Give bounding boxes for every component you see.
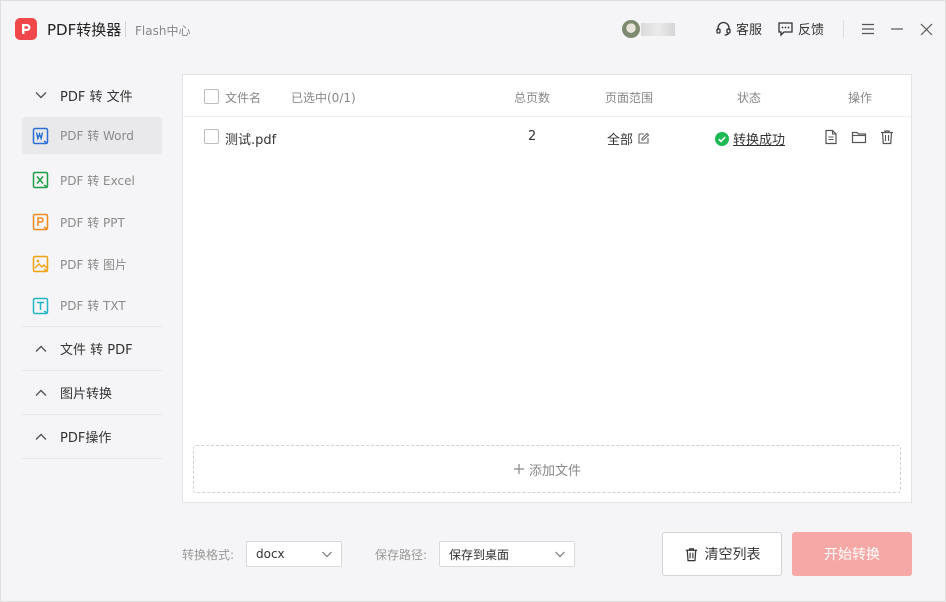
chevron-down-icon [555, 551, 565, 558]
sidebar-item-pdf-to-image[interactable]: PDF 转 图片 [22, 243, 162, 285]
titlebar-divider [843, 20, 844, 38]
sidebar-item-pdf-to-word[interactable]: PDF 转 Word [22, 117, 162, 154]
page-range-value: 全部 [607, 133, 634, 148]
sidebar-item-label: PDF 转 图片 [60, 257, 128, 272]
user-avatar[interactable] [622, 20, 640, 38]
app-window: PDF转换器 Flash中心 客服 反馈 PDF 转 文件 PDF 转 Word… [0, 0, 946, 602]
sidebar-item-label: PDF 转 PPT [60, 215, 125, 230]
header-filename: 文件名 [225, 91, 262, 105]
row-checkbox[interactable] [204, 129, 219, 144]
row-page-range[interactable]: 全部 [607, 129, 650, 148]
chat-bubble-icon [778, 22, 793, 37]
close-button[interactable] [916, 19, 936, 39]
trash-icon[interactable] [879, 129, 895, 145]
hamburger-menu-icon [862, 23, 874, 35]
chevron-up-icon [35, 345, 47, 352]
header-selected-count: 已选中(0/1) [291, 91, 356, 105]
header-page-count: 总页数 [514, 91, 551, 105]
chevron-down-icon [322, 551, 332, 558]
start-convert-label: 开始转换 [824, 547, 880, 563]
sidebar-group-label: PDF 转 文件 [60, 89, 133, 105]
minimize-button[interactable] [887, 19, 907, 39]
success-check-icon [715, 131, 729, 146]
sidebar-group-pdf-operations[interactable]: PDF操作 [22, 415, 162, 459]
excel-file-icon [32, 171, 49, 189]
sidebar-item-pdf-to-txt[interactable]: PDF 转 TXT [22, 285, 162, 327]
status-label: 转换成功 [733, 133, 786, 148]
sidebar-item-label: PDF 转 TXT [60, 299, 126, 313]
image-file-icon [32, 255, 49, 273]
trash-icon [685, 547, 697, 561]
header-page-range: 页面范围 [605, 91, 654, 105]
sidebar-group-label: 文件 转 PDF [60, 343, 133, 358]
sidebar-item-label: PDF 转 Excel [60, 173, 135, 188]
header-actions: 操作 [848, 91, 873, 105]
format-value: docx [256, 547, 285, 561]
txt-file-icon [32, 297, 49, 314]
ppt-file-icon [32, 213, 49, 231]
folder-icon[interactable] [851, 129, 867, 145]
add-file-label: 添加文件 [528, 463, 581, 479]
sidebar-item-pdf-to-ppt[interactable]: PDF 转 PPT [22, 201, 162, 243]
row-page-count: 2 [528, 129, 537, 144]
chevron-down-icon [35, 92, 47, 99]
table-row: 测试.pdf 2 全部 转换成功 [183, 118, 911, 158]
save-path-select[interactable]: 保存到桌面 [439, 541, 575, 567]
chevron-up-icon [35, 433, 47, 440]
format-select[interactable]: docx [246, 541, 342, 567]
app-logo-icon [15, 18, 37, 40]
sidebar: PDF 转 文件 PDF 转 Word PDF 转 Excel PDF 转 PP… [22, 73, 162, 459]
row-actions [823, 129, 895, 145]
file-list-panel: 文件名 已选中(0/1) 总页数 页面范围 状态 操作 测试.pdf 2 全部 … [182, 74, 912, 503]
title-divider [125, 21, 126, 37]
start-convert-button[interactable]: 开始转换 [792, 532, 912, 576]
format-label: 转换格式: [182, 548, 235, 562]
plus-icon [513, 464, 524, 474]
flash-center-link[interactable]: Flash中心 [135, 22, 190, 39]
document-icon[interactable] [823, 129, 839, 145]
menu-button[interactable] [858, 19, 878, 39]
minimize-icon [891, 28, 903, 30]
clear-list-button[interactable]: 清空列表 [662, 532, 782, 576]
close-icon [920, 23, 932, 35]
header-status: 状态 [737, 91, 762, 105]
app-title: PDF转换器 [47, 21, 122, 39]
username-blurred[interactable] [641, 23, 675, 36]
sidebar-group-label: 图片转换 [60, 387, 113, 402]
customer-service-label: 客服 [736, 23, 763, 38]
add-file-dropzone[interactable]: 添加文件 [193, 445, 901, 493]
sidebar-group-label: PDF操作 [60, 431, 112, 446]
chevron-up-icon [35, 389, 47, 396]
sidebar-group-image-convert[interactable]: 图片转换 [22, 371, 162, 415]
clear-list-label: 清空列表 [704, 547, 761, 563]
table-header: 文件名 已选中(0/1) 总页数 页面范围 状态 操作 [183, 75, 911, 117]
sidebar-item-label: PDF 转 Word [60, 129, 134, 143]
headset-icon [716, 21, 731, 36]
save-path-value: 保存到桌面 [449, 547, 510, 562]
row-status[interactable]: 转换成功 [715, 129, 785, 148]
customer-service-button[interactable]: 客服 [715, 19, 762, 38]
edit-icon [638, 132, 650, 144]
title-bar: PDF转换器 Flash中心 客服 反馈 [1, 1, 945, 57]
feedback-label: 反馈 [798, 23, 825, 38]
word-file-icon [32, 127, 49, 144]
select-all-checkbox[interactable] [204, 89, 219, 104]
sidebar-group-pdf-to-file[interactable]: PDF 转 文件 [22, 73, 162, 117]
row-filename: 测试.pdf [225, 133, 277, 148]
sidebar-item-pdf-to-excel[interactable]: PDF 转 Excel [22, 159, 162, 201]
feedback-button[interactable]: 反馈 [777, 19, 824, 38]
save-path-label: 保存路径: [375, 548, 428, 562]
sidebar-group-file-to-pdf[interactable]: 文件 转 PDF [22, 327, 162, 371]
